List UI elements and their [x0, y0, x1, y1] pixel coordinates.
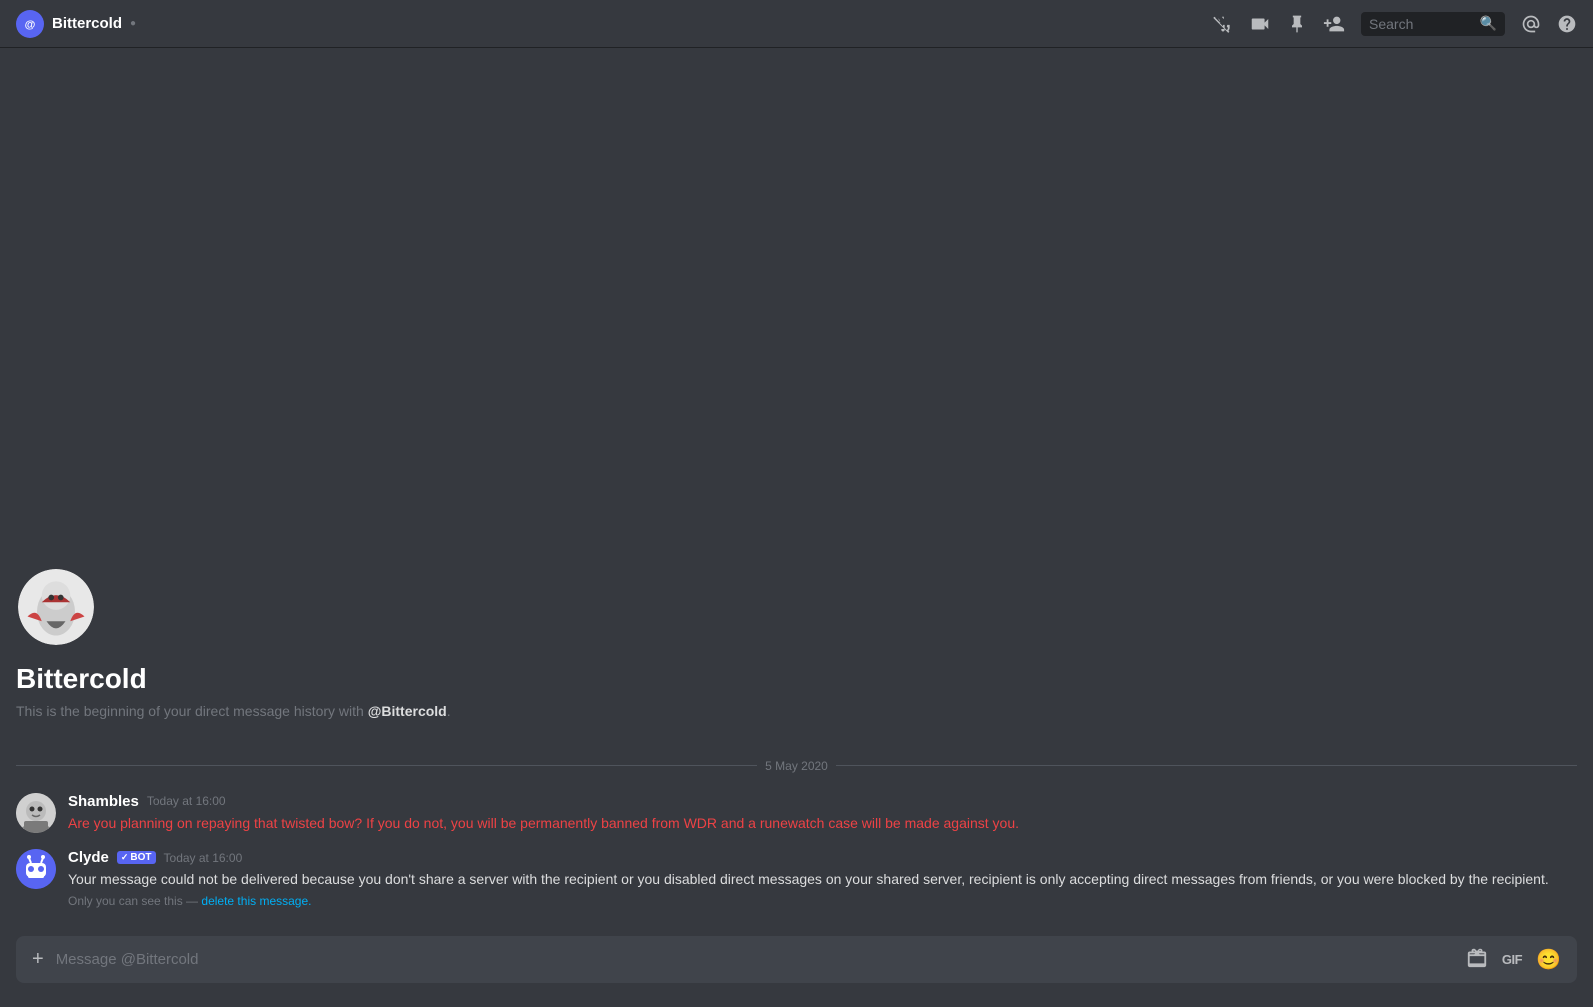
message-author[interactable]: Clyde — [68, 849, 109, 866]
message-timestamp: Today at 16:00 — [147, 794, 226, 808]
message-timestamp: Today at 16:00 — [164, 851, 243, 865]
channel-name: Bittercold — [52, 15, 122, 32]
message-content: Clyde ✓ BOT Today at 16:00 Your message … — [68, 849, 1577, 908]
separator-line-left — [16, 765, 757, 766]
chat-area: Bittercold This is the beginning of your… — [0, 48, 1593, 936]
search-icon: 🔍 — [1480, 15, 1497, 32]
main-content: Bittercold This is the beginning of your… — [0, 48, 1593, 1007]
separator-line-right — [836, 765, 1577, 766]
separator-date: 5 May 2020 — [765, 759, 828, 773]
messages-list: Shambles Today at 16:00 Are you planning… — [16, 789, 1577, 920]
gift-icon[interactable] — [1466, 946, 1488, 973]
avatar[interactable] — [16, 793, 56, 833]
dm-icon: @ — [16, 10, 44, 38]
svg-text:@: @ — [25, 19, 36, 31]
search-box[interactable]: 🔍 — [1361, 12, 1505, 36]
message-text: Are you planning on repaying that twiste… — [68, 814, 1577, 834]
add-friend-icon[interactable] — [1323, 13, 1345, 35]
message-text: Your message could not be delivered beca… — [68, 870, 1577, 890]
table-row: Shambles Today at 16:00 Are you planning… — [16, 789, 1577, 838]
message-input-container: + GIF 😊 — [16, 936, 1577, 983]
mute-icon[interactable] — [1213, 14, 1233, 34]
chat-intro-description: This is the beginning of your direct mes… — [16, 703, 1577, 719]
emoji-button[interactable]: 😊 — [1536, 947, 1561, 972]
message-header: Clyde ✓ BOT Today at 16:00 — [68, 849, 1577, 866]
video-icon[interactable] — [1249, 13, 1271, 35]
chat-intro: Bittercold This is the beginning of your… — [16, 551, 1577, 743]
pin-icon[interactable] — [1287, 14, 1307, 34]
mention-icon[interactable] — [1521, 14, 1541, 34]
search-input[interactable] — [1369, 16, 1476, 32]
contact-avatar-large — [16, 567, 96, 647]
table-row: Clyde ✓ BOT Today at 16:00 Your message … — [16, 845, 1577, 912]
message-input[interactable] — [56, 951, 1454, 968]
add-attachment-button[interactable]: + — [32, 948, 44, 971]
contact-name: Bittercold — [16, 663, 1577, 695]
only-you-notice: Only you can see this — delete this mess… — [68, 894, 1577, 908]
status-dot: ● — [130, 18, 136, 29]
checkmark-icon: ✓ — [121, 852, 129, 863]
gif-button[interactable]: GIF — [1502, 952, 1522, 967]
header-actions: 🔍 — [1213, 12, 1577, 36]
message-header: Shambles Today at 16:00 — [68, 793, 1577, 810]
bot-badge: ✓ BOT — [117, 851, 156, 864]
message-input-area: + GIF 😊 — [0, 936, 1593, 1007]
delete-message-link[interactable]: delete this message. — [201, 894, 311, 908]
date-separator: 5 May 2020 — [16, 759, 1577, 773]
message-content: Shambles Today at 16:00 Are you planning… — [68, 793, 1577, 834]
header: @ Bittercold ● 🔍 — [0, 0, 1593, 48]
avatar[interactable] — [16, 849, 56, 889]
help-icon[interactable] — [1557, 14, 1577, 34]
input-right-icons: GIF 😊 — [1466, 946, 1561, 973]
header-title-area: @ Bittercold ● — [16, 10, 1201, 38]
message-author[interactable]: Shambles — [68, 793, 139, 810]
